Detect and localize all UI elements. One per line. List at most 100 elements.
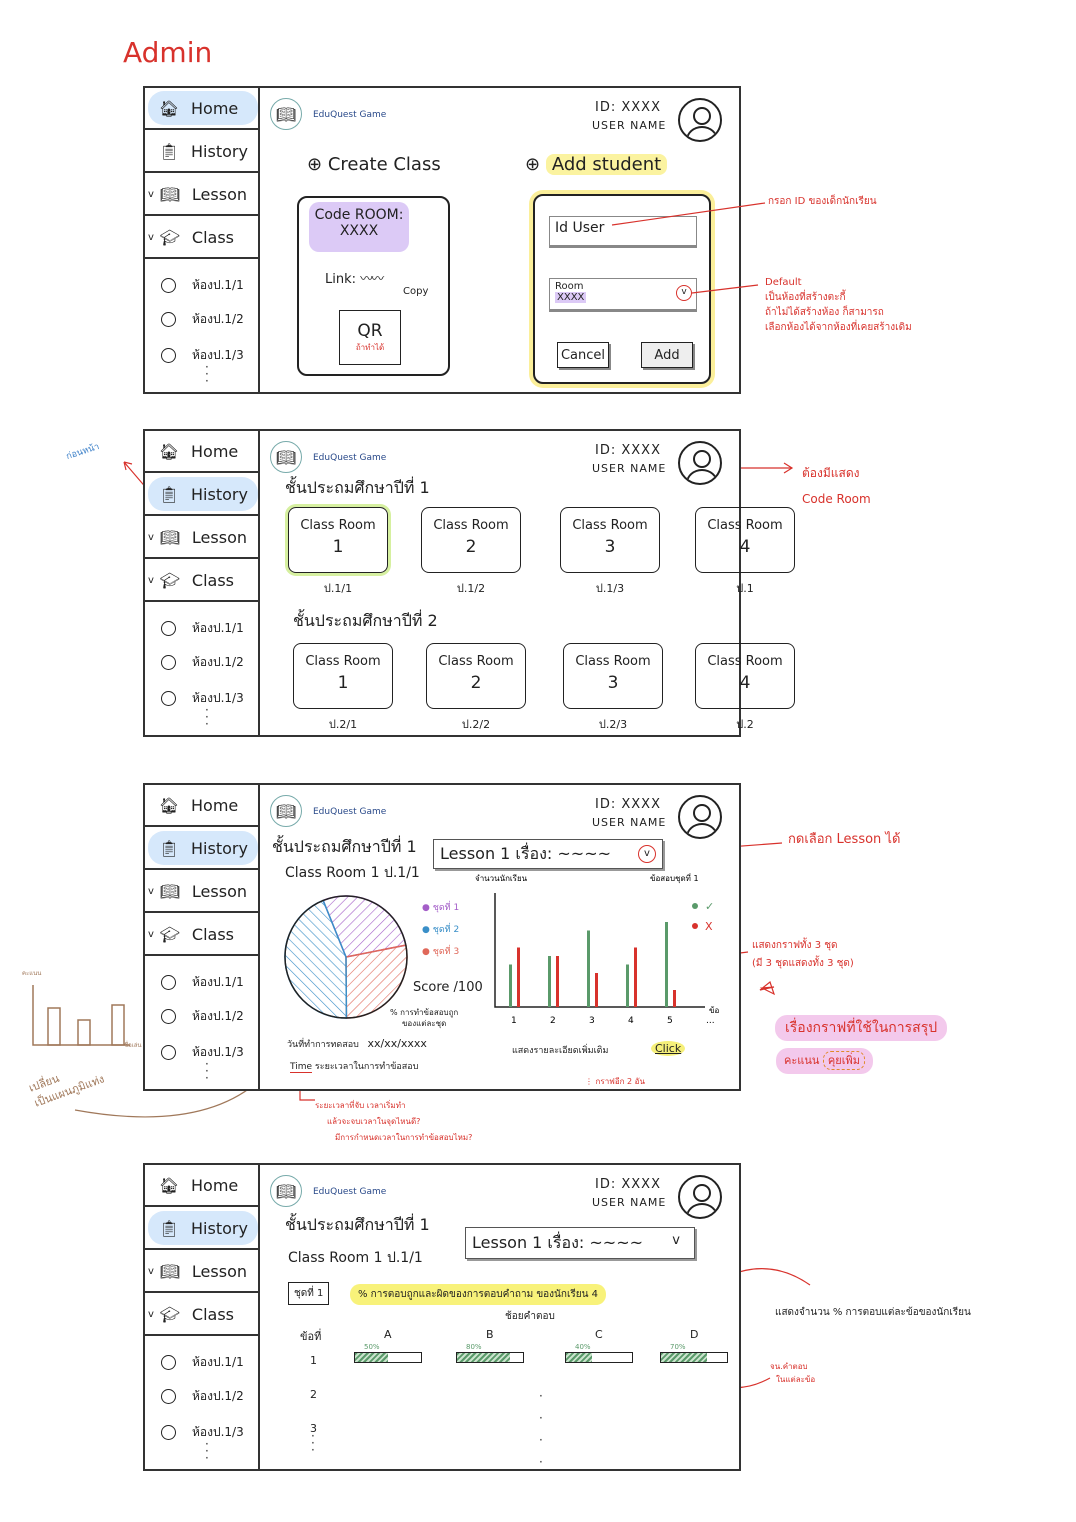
sidebar-item-class[interactable]: v 🎓︎ Class — [145, 560, 258, 602]
class-room-label: Class Room — [305, 654, 381, 669]
room-label: ห้องป.1/1 — [192, 621, 244, 635]
book-logo-icon: 📖︎ — [270, 795, 302, 827]
lesson-select[interactable]: Lesson 1 เรื่อง: ~~~~ v — [433, 839, 663, 869]
note-answer-count: จน.คำตอบ ในแต่ละข้อ — [770, 1362, 816, 1384]
bar-x-tick: 4 — [628, 1016, 634, 1026]
class-room-card[interactable]: Class Room 1 — [288, 507, 388, 573]
class-room-label: Class Room — [438, 654, 514, 669]
sidebar-room-item[interactable]: ห้องป.1/3 — [161, 1043, 244, 1062]
class-room-grade: ป.1/2 — [456, 582, 486, 595]
home-icon: 🏠︎ — [158, 1175, 180, 1195]
sidebar-room-item[interactable]: ห้องป.1/2 — [161, 653, 244, 672]
home-icon: 🏠︎ — [158, 795, 180, 815]
sidebar-item-lesson[interactable]: v 📖︎ Lesson — [145, 871, 258, 913]
click-more-button[interactable]: Click — [651, 1041, 686, 1056]
bar — [548, 956, 551, 1007]
sidebar-item-label: History — [191, 484, 248, 504]
chevron-down-icon[interactable]: v — [638, 845, 656, 863]
avatar-icon[interactable] — [678, 441, 722, 485]
sidebar-room-item[interactable]: ห้องป.1/1 — [161, 619, 244, 638]
chevron-down-icon[interactable]: v — [148, 1266, 154, 1277]
sidebar-item-label: Home — [191, 795, 239, 815]
question-number: 1 — [310, 1354, 317, 1367]
pie-legend: ● ชุดที่ 1 ● ชุดที่ 2 ● ชุดที่ 3 — [422, 897, 459, 963]
sidebar-item-label: Lesson — [191, 527, 247, 547]
sidebar-item-class[interactable]: v 🎓︎ Class — [145, 914, 258, 956]
radio-icon[interactable] — [161, 655, 176, 670]
class-room-card[interactable]: Class Room 2 — [421, 507, 521, 573]
sidebar-item-history[interactable]: 📋︎ History — [145, 828, 258, 870]
sidebar-room-item[interactable]: ห้องป.1/1 — [161, 1353, 244, 1372]
radio-icon[interactable] — [161, 1045, 176, 1060]
set-selector[interactable]: ชุดที่ 1 — [288, 1282, 330, 1305]
more-rows-dots: · · · — [311, 1429, 315, 1457]
bar-legend-dot — [692, 903, 698, 909]
sidebar-item-lesson[interactable]: v 📖︎ Lesson — [145, 1251, 258, 1293]
sidebar-item-class[interactable]: v 🎓︎ Class — [145, 1294, 258, 1336]
class-room-number: 2 — [465, 537, 477, 557]
room-label: ห้องป.1/2 — [192, 655, 244, 669]
lesson-select-value: Lesson 1 เรื่อง: ~~~~ — [440, 843, 612, 863]
sidebar: 🏠︎ Home 📋︎ History v 📖︎ Lesson v 🎓︎ Class ห้องป.1/… — [145, 431, 260, 735]
class-room-card[interactable]: Class Room 1 — [293, 643, 393, 709]
class-room-card[interactable]: Class Room 4 — [695, 507, 795, 573]
question-heading: ข้อที่ — [300, 1330, 322, 1343]
room-label: ห้องป.1/1 — [192, 975, 244, 989]
graduation-cap-icon: 🎓︎ — [159, 1304, 181, 1324]
radio-icon[interactable] — [161, 1355, 176, 1370]
class-room-label: Class Room — [433, 518, 509, 533]
bar-legend-label: X — [705, 920, 713, 933]
sidebar-item-lesson[interactable]: v 📖︎ Lesson — [145, 517, 258, 559]
history-icon: 📋︎ — [158, 1218, 180, 1238]
chevron-down-icon[interactable]: v — [148, 532, 154, 543]
class-room-card[interactable]: Class Room 3 — [560, 507, 660, 573]
sidebar-item-history[interactable]: 📋︎ History — [145, 1208, 258, 1250]
graduation-cap-icon: 🎓︎ — [159, 924, 181, 944]
sidebar-room-item[interactable]: ห้องป.1/2 — [161, 1007, 244, 1026]
radio-icon[interactable] — [161, 691, 176, 706]
sidebar-room-item[interactable]: ห้องป.1/2 — [161, 1387, 244, 1406]
sidebar-item-home[interactable]: 🏠︎ Home — [145, 785, 258, 827]
class-room-label: Class Room — [575, 654, 651, 669]
class-room-card[interactable]: Class Room 2 — [426, 643, 526, 709]
class-room-grade: ป.1/1 — [323, 582, 353, 595]
sidebar-item-history[interactable]: 📋︎ History — [145, 474, 258, 516]
choice-progress-bar — [456, 1352, 524, 1363]
brand-name: EduQuest Game — [313, 453, 387, 463]
radio-icon[interactable] — [161, 1009, 176, 1024]
radio-icon[interactable] — [161, 975, 176, 990]
sidebar-item-home[interactable]: 🏠︎ Home — [145, 431, 258, 473]
chevron-down-icon[interactable]: v — [148, 886, 154, 897]
class-room-card[interactable]: Class Room 3 — [563, 643, 663, 709]
sidebar-item-home[interactable]: 🏠︎ Home — [145, 1165, 258, 1207]
lesson-select[interactable]: Lesson 1 เรื่อง: ~~~~ v — [465, 1227, 695, 1259]
note-show-code-room: ต้องมีแสดง Code Room — [802, 466, 871, 506]
radio-icon[interactable] — [161, 1389, 176, 1404]
sidebar-room-item[interactable]: ห้องป.1/1 — [161, 973, 244, 992]
chevron-down-icon[interactable]: v — [672, 1233, 680, 1248]
sidebar-item-label: Lesson — [191, 881, 247, 901]
class-room-number: 3 — [604, 537, 616, 557]
radio-icon[interactable] — [161, 1425, 176, 1440]
sidebar-room-item[interactable]: ห้องป.1/3 — [161, 689, 244, 708]
room-label: ห้องป.1/2 — [192, 1389, 244, 1403]
avatar-icon[interactable] — [678, 1175, 722, 1219]
note-score: คะแนน คุยเพิ่ม — [776, 1048, 873, 1074]
bar — [595, 973, 598, 1007]
chevron-down-icon[interactable]: v — [148, 575, 154, 586]
choice-label: A — [384, 1328, 392, 1341]
bar-legend-dot — [692, 923, 698, 929]
more-rows-dots: · · · · — [539, 1389, 543, 1469]
more-details-label: แสดงรายละเอียดเพิ่มเติม — [512, 1046, 609, 1056]
chevron-down-icon[interactable]: v — [148, 929, 154, 940]
bar-chart: จำนวนนักเรียน ข้อสอบชุดที่ 1 ✓ X 1 2 3 4 5 ...ข้อ — [475, 873, 719, 1026]
chevron-down-icon[interactable]: v — [148, 1309, 154, 1320]
sidebar-room-item[interactable]: ห้องป.1/3 — [161, 1423, 244, 1442]
class-room-grade: ป.2 — [736, 718, 754, 731]
class-room-card[interactable]: Class Room 4 — [695, 643, 795, 709]
radio-icon[interactable] — [161, 621, 176, 636]
room-label: ห้องป.1/2 — [192, 1009, 244, 1023]
note-answer-pct: แสดงจำนวน % การตอบแต่ละข้อของนักเรียน — [775, 1307, 971, 1318]
avatar-icon[interactable] — [678, 795, 722, 839]
test-time: Time ระยะเวลาในการทำข้อสอบ — [290, 1062, 419, 1073]
